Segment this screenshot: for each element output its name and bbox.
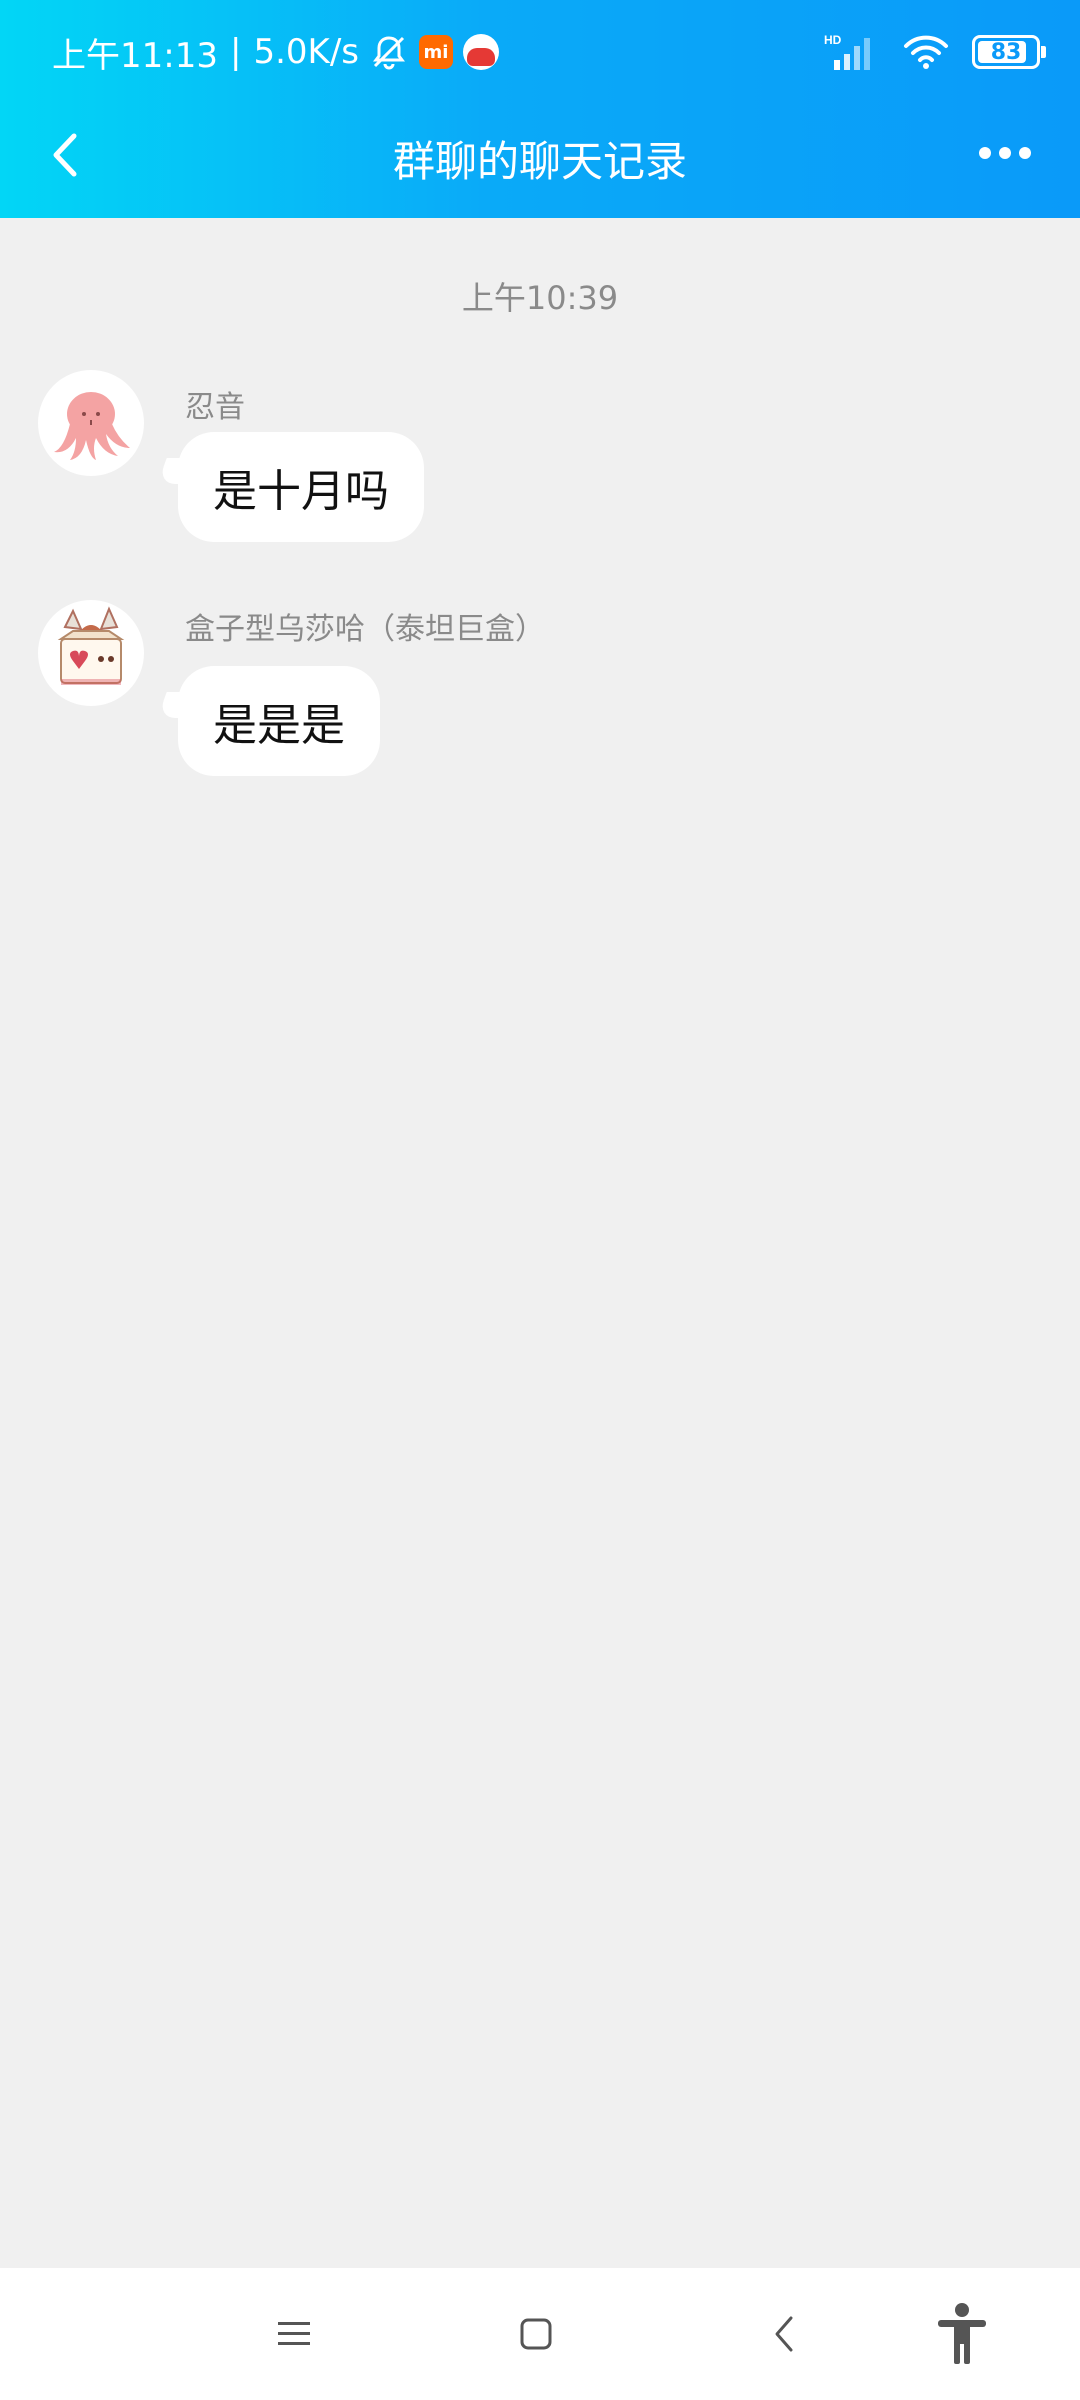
octopus-avatar[interactable]: [38, 370, 144, 476]
sender-name: 忍音: [185, 390, 245, 425]
system-back-button[interactable]: [744, 2298, 824, 2370]
chat-timestamp: 上午10:39: [461, 279, 619, 317]
svg-text:HD: HD: [824, 33, 842, 47]
battery-level: 83: [990, 39, 1022, 65]
chat-area[interactable]: 上午10:39 忍音 是十月吗 盒子型乌莎哈（泰坦巨盒） 是是是: [0, 218, 1080, 2268]
red-app-icon: [463, 34, 499, 70]
header: 上午11:13 | 5.0K/s mi HD 83 群聊的聊天记录: [0, 0, 1080, 218]
mi-app-icon: mi: [419, 35, 453, 69]
page-title: 群聊的聊天记录: [392, 137, 687, 186]
accessibility-icon: [938, 2303, 986, 2364]
home-button[interactable]: [496, 2298, 576, 2370]
accessibility-button[interactable]: [922, 2298, 1002, 2370]
status-separator: |: [229, 32, 242, 72]
sender-name: 盒子型乌莎哈（泰坦巨盒）: [185, 612, 545, 647]
more-button[interactable]: [970, 128, 1040, 178]
back-chevron-icon: [775, 2316, 793, 2352]
more-dot: [1019, 147, 1031, 159]
mute-bell-icon: [369, 32, 409, 72]
message-bubble[interactable]: 是十月吗: [178, 432, 424, 542]
wifi-icon: [902, 32, 950, 72]
status-left: 上午11:13 | 5.0K/s mi: [52, 28, 499, 76]
battery-icon: 83: [972, 35, 1046, 69]
message-item: 忍音 是十月吗: [0, 370, 1080, 570]
message-bubble[interactable]: 是是是: [178, 666, 380, 776]
more-dot: [999, 147, 1011, 159]
message-item: 盒子型乌莎哈（泰坦巨盒） 是是是: [0, 600, 1080, 800]
status-time: 上午11:13: [52, 35, 218, 76]
box-character-avatar[interactable]: [38, 600, 144, 706]
status-bar: 上午11:13 | 5.0K/s mi HD 83: [0, 0, 1080, 100]
home-square-icon: [520, 2318, 552, 2350]
nav-bar: 群聊的聊天记录: [0, 100, 1080, 218]
status-right: HD 83: [824, 30, 1046, 74]
more-dots-icon: [979, 147, 991, 159]
signal-icon: HD: [824, 32, 880, 72]
menu-button[interactable]: [254, 2298, 334, 2370]
network-speed: 5.0K/s: [253, 32, 359, 72]
system-nav-bar: [0, 2268, 1080, 2400]
menu-icon: [278, 2322, 310, 2345]
